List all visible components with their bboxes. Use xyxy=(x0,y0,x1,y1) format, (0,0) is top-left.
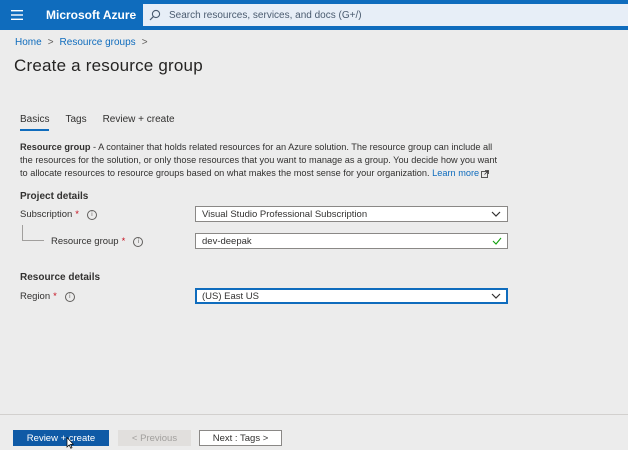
subscription-select[interactable]: Visual Studio Professional Subscription xyxy=(195,206,508,222)
tree-connector xyxy=(22,225,44,241)
hamburger-icon[interactable] xyxy=(0,0,34,30)
wizard-tabs: Basics Tags Review + create xyxy=(20,114,191,131)
region-label-text: Region xyxy=(20,291,51,302)
resource-group-input[interactable]: dev-deepak xyxy=(195,233,508,249)
search-icon xyxy=(149,9,161,21)
description-term: Resource group xyxy=(20,142,91,152)
breadcrumb-separator: > xyxy=(47,37,54,48)
project-details-heading: Project details xyxy=(20,191,89,202)
resource-group-label-text: Resource group xyxy=(51,236,119,247)
learn-more-link[interactable]: Learn more xyxy=(432,168,479,178)
tab-basics[interactable]: Basics xyxy=(20,114,50,131)
region-select[interactable]: (US) East US xyxy=(195,288,508,304)
subscription-label-text: Subscription xyxy=(20,209,73,220)
chevron-down-icon xyxy=(491,211,501,217)
next-tags-button[interactable]: Next : Tags > xyxy=(199,430,282,446)
external-link-icon xyxy=(481,169,490,178)
top-bar: Microsoft Azure xyxy=(0,0,628,30)
previous-button[interactable]: < Previous xyxy=(118,430,191,446)
required-indicator: * xyxy=(75,209,79,220)
mouse-cursor-icon xyxy=(66,437,74,449)
resource-details-heading: Resource details xyxy=(20,272,101,283)
required-indicator: * xyxy=(53,291,57,302)
description-text: - A container that holds related resourc… xyxy=(20,142,498,178)
breadcrumb-home[interactable]: Home xyxy=(15,37,42,48)
region-label: Region * i xyxy=(20,291,75,302)
global-search[interactable] xyxy=(143,4,628,26)
resource-group-value: dev-deepak xyxy=(202,235,252,247)
page-title: Create a resource group xyxy=(14,56,203,75)
tab-tags[interactable]: Tags xyxy=(65,114,86,131)
info-icon[interactable]: i xyxy=(86,209,97,220)
chevron-down-icon xyxy=(491,293,501,299)
checkmark-icon xyxy=(492,237,502,245)
tab-review-create[interactable]: Review + create xyxy=(103,114,175,131)
subscription-value: Visual Studio Professional Subscription xyxy=(202,208,368,220)
description: Resource group - A container that holds … xyxy=(20,141,505,180)
breadcrumb-separator: > xyxy=(141,37,148,48)
info-icon[interactable]: i xyxy=(133,236,144,247)
portal-brand[interactable]: Microsoft Azure xyxy=(34,8,150,22)
subscription-label: Subscription * i xyxy=(20,209,97,220)
info-icon[interactable]: i xyxy=(64,291,75,302)
search-input[interactable] xyxy=(167,8,628,22)
resource-group-label: Resource group * i xyxy=(51,236,144,247)
breadcrumb: Home > Resource groups > xyxy=(15,37,154,48)
breadcrumb-resource-groups[interactable]: Resource groups xyxy=(60,37,136,48)
required-indicator: * xyxy=(121,236,126,247)
review-create-button[interactable]: Review + create xyxy=(13,430,109,446)
region-value: (US) East US xyxy=(202,290,260,302)
